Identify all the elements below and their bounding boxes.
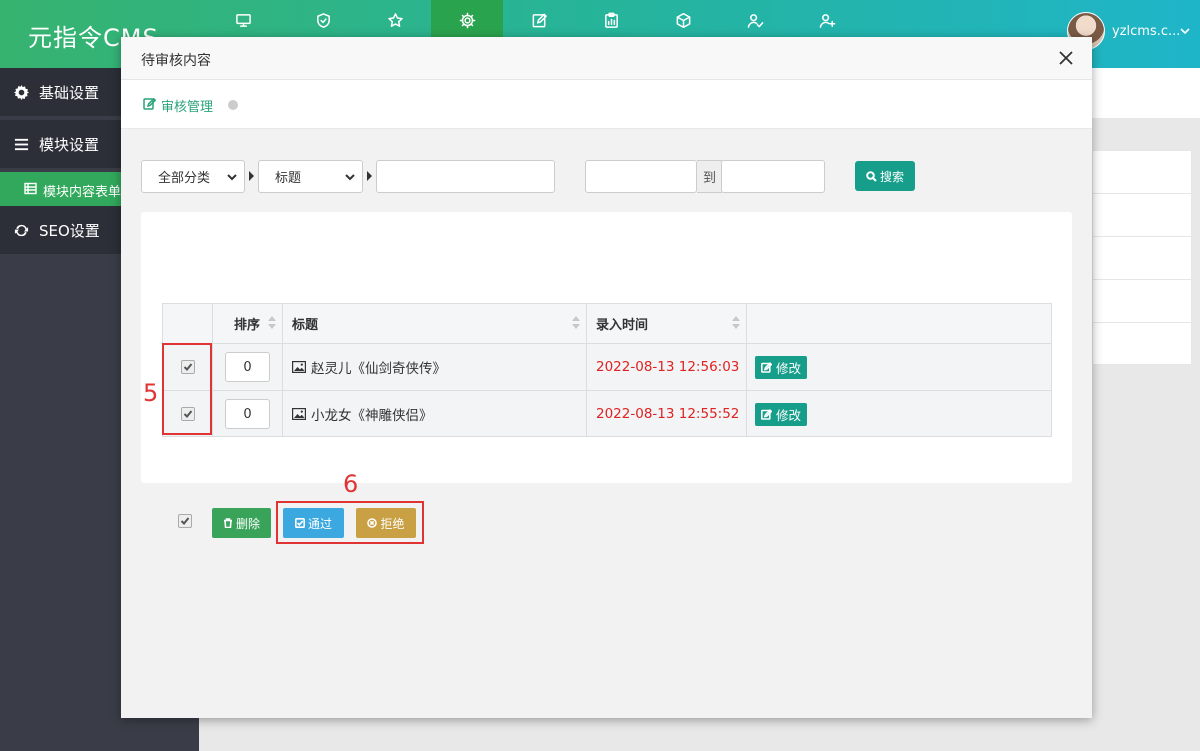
edit-icon bbox=[761, 361, 772, 373]
select-all-checkbox[interactable] bbox=[178, 514, 192, 528]
edit-icon bbox=[761, 408, 772, 420]
field-select-value: 标题 bbox=[275, 171, 302, 186]
row-title[interactable]: 赵灵儿《仙剑奇侠传》 bbox=[311, 357, 446, 377]
header-time-label: 录入时间 bbox=[596, 318, 649, 333]
refresh-icon bbox=[12, 221, 30, 239]
image-icon bbox=[292, 408, 307, 421]
edit-button[interactable]: 修改 bbox=[755, 355, 808, 379]
search-button-label: 搜索 bbox=[879, 169, 904, 184]
breadcrumb-item-review[interactable]: 审核管理 bbox=[143, 96, 213, 115]
list-icon bbox=[24, 182, 43, 199]
monitor-icon bbox=[235, 12, 252, 33]
field-select[interactable]: 标题 bbox=[258, 160, 363, 193]
edit-icon bbox=[531, 12, 548, 33]
annotation-number-buttons: 6 bbox=[343, 470, 359, 498]
sort-icon bbox=[732, 316, 740, 332]
header-time[interactable]: 录入时间 bbox=[587, 304, 747, 344]
header-sort-label: 排序 bbox=[234, 318, 261, 333]
modal-header: 待审核内容 bbox=[121, 37, 1092, 80]
clipboard-icon bbox=[603, 12, 620, 33]
modal-title: 待审核内容 bbox=[141, 53, 211, 69]
date-from-input[interactable] bbox=[585, 160, 697, 193]
category-select[interactable]: 全部分类 bbox=[141, 160, 245, 193]
image-icon bbox=[292, 361, 307, 374]
menu-icon bbox=[12, 135, 30, 153]
chevron-down-icon[interactable] bbox=[1180, 25, 1190, 35]
chevron-down-icon bbox=[345, 174, 355, 181]
annotation-number-rows: 5 bbox=[143, 379, 159, 407]
user-plus-icon bbox=[819, 12, 836, 33]
caret-right-icon bbox=[367, 171, 372, 181]
keyword-input[interactable] bbox=[376, 160, 555, 193]
sort-order-input[interactable] bbox=[225, 399, 270, 429]
gear-icon bbox=[12, 83, 30, 101]
header-checkbox-col bbox=[163, 304, 213, 344]
sidebar-item-label: 基础设置 bbox=[39, 83, 100, 102]
header-actions bbox=[747, 304, 1051, 344]
close-icon[interactable] bbox=[1059, 51, 1075, 67]
trash-icon bbox=[223, 518, 232, 528]
caret-right-icon bbox=[249, 171, 254, 181]
edit-button[interactable]: 修改 bbox=[755, 402, 808, 426]
user-name[interactable]: yzlcms.c... bbox=[1112, 24, 1180, 39]
pending-table: 排序 标题 录入时间 赵 bbox=[162, 303, 1052, 437]
annotation-box-buttons bbox=[276, 501, 424, 544]
header-title-label: 标题 bbox=[292, 318, 319, 333]
row-time-cell: 2022-08-13 12:56:03 bbox=[587, 344, 747, 390]
category-select-value: 全部分类 bbox=[158, 171, 211, 186]
cube-icon bbox=[675, 12, 692, 33]
search-icon bbox=[866, 170, 877, 182]
row-time: 2022-08-13 12:56:03 bbox=[596, 359, 740, 375]
delete-button[interactable]: 删除 bbox=[212, 508, 271, 538]
row-actions-cell: 修改 bbox=[747, 391, 1051, 437]
sidebar-subitem-label: 模块内容表单 bbox=[43, 184, 122, 200]
header-sort[interactable]: 排序 bbox=[213, 304, 283, 344]
table-row: 小龙女《神雕侠侣》 2022-08-13 12:55:52 修改 bbox=[163, 391, 1051, 438]
row-time: 2022-08-13 12:55:52 bbox=[596, 406, 740, 422]
row-sort-cell bbox=[213, 391, 283, 437]
table-row: 赵灵儿《仙剑奇侠传》 2022-08-13 12:56:03 修改 bbox=[163, 344, 1051, 391]
check-icon bbox=[180, 517, 190, 525]
row-title-cell: 赵灵儿《仙剑奇侠传》 bbox=[283, 344, 587, 390]
date-to-input[interactable] bbox=[721, 160, 825, 193]
edit-button-label: 修改 bbox=[776, 407, 802, 423]
breadcrumb-label: 审核管理 bbox=[161, 100, 214, 115]
row-sort-cell bbox=[213, 344, 283, 390]
edit-button-label: 修改 bbox=[776, 360, 802, 376]
header-title[interactable]: 标题 bbox=[283, 304, 587, 344]
sidebar-item-label: 模块设置 bbox=[39, 135, 100, 154]
sort-order-input[interactable] bbox=[225, 352, 270, 382]
sidebar-item-label: SEO设置 bbox=[39, 221, 100, 240]
row-title-cell: 小龙女《神雕侠侣》 bbox=[283, 391, 587, 437]
annotation-box-rows bbox=[162, 343, 212, 435]
sort-icon bbox=[268, 316, 276, 332]
loading-dot-icon bbox=[228, 100, 238, 110]
row-actions-cell: 修改 bbox=[747, 344, 1051, 390]
sort-icon bbox=[572, 316, 580, 332]
star-icon bbox=[387, 12, 404, 33]
user-check-icon bbox=[747, 12, 764, 33]
edit-icon bbox=[143, 97, 161, 114]
date-range-separator: 到 bbox=[697, 160, 722, 193]
breadcrumb: 审核管理 bbox=[121, 80, 1092, 129]
shield-icon bbox=[315, 12, 332, 33]
gear-icon bbox=[459, 12, 476, 33]
row-time-cell: 2022-08-13 12:55:52 bbox=[587, 391, 747, 437]
content-card: 排序 标题 录入时间 赵 bbox=[141, 212, 1072, 483]
chevron-down-icon bbox=[227, 174, 237, 181]
row-title[interactable]: 小龙女《神雕侠侣》 bbox=[311, 404, 433, 424]
background-table bbox=[1092, 150, 1192, 365]
search-button[interactable]: 搜索 bbox=[855, 161, 915, 191]
pending-review-modal: 待审核内容 审核管理 全部分类 标题 到 搜索 排序 标题 录入时间 0 赵灵儿… bbox=[121, 37, 1092, 718]
delete-button-label: 删除 bbox=[235, 516, 260, 531]
